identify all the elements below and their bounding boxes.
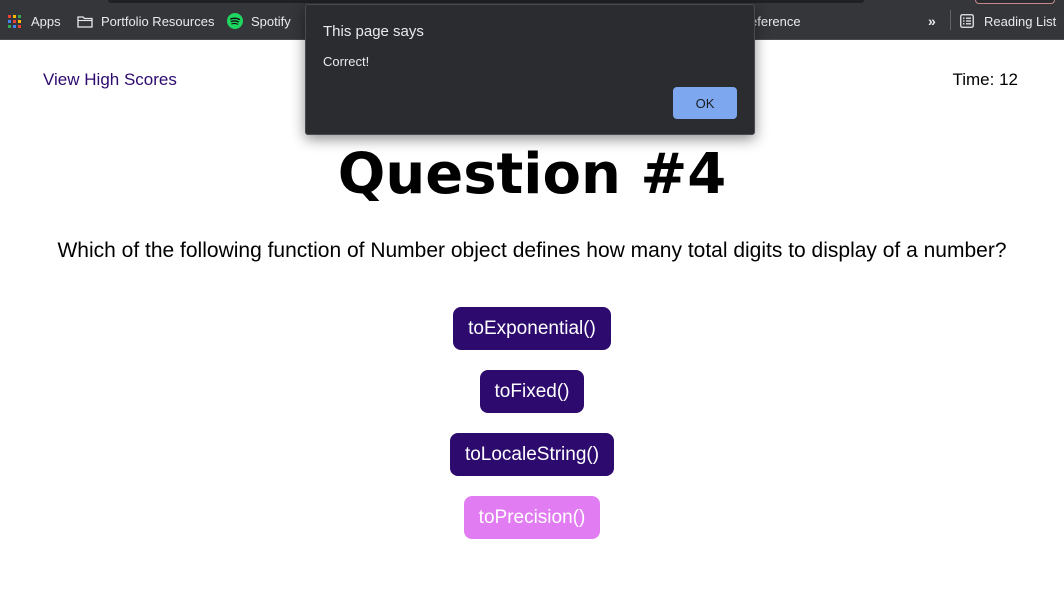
bookmarks-more-button[interactable]: » — [928, 12, 936, 30]
reading-list-label: Reading List — [984, 13, 1057, 29]
question-text: Which of the following function of Numbe… — [57, 239, 1007, 262]
answer-button-1[interactable]: toExponential() — [453, 307, 611, 350]
answer-button-2[interactable]: toFixed() — [479, 370, 585, 413]
answer-button-3[interactable]: toLocaleString() — [449, 433, 615, 476]
alert-dialog: This page says Correct! OK — [305, 4, 755, 135]
folder-icon — [77, 15, 93, 28]
bookmark-spotify[interactable]: Spotify — [227, 12, 291, 30]
timer: Time: 12 — [952, 70, 1018, 89]
bookmark-portfolio-resources[interactable]: Portfolio Resources — [77, 12, 214, 30]
view-high-scores-link[interactable]: View High Scores — [43, 70, 177, 90]
bookmark-reference-label: eference — [750, 13, 801, 29]
alert-title: This page says — [323, 23, 424, 40]
answer-list: toExponential() toFixed() toLocaleString… — [0, 307, 1064, 559]
tab-strip-edge — [108, 0, 864, 3]
reading-list-icon — [960, 14, 974, 28]
answer-button-4[interactable]: toPrecision() — [463, 496, 601, 539]
bookmark-spotify-label: Spotify — [251, 13, 291, 29]
bookmarks-divider — [950, 10, 951, 30]
bookmark-apps[interactable]: Apps — [8, 12, 61, 30]
spotify-icon — [227, 13, 243, 29]
alert-message: Correct! — [323, 54, 370, 69]
bookmark-portfolio-label: Portfolio Resources — [101, 13, 215, 29]
tab-strip-right-edge — [975, 0, 1055, 4]
reading-list-button[interactable]: Reading List — [960, 12, 1056, 30]
bookmark-apps-label: Apps — [31, 13, 61, 29]
alert-ok-button[interactable]: OK — [673, 87, 737, 119]
apps-grid-icon — [8, 14, 21, 28]
question-title: Question #4 — [337, 142, 727, 207]
bookmark-reference[interactable]: eference — [750, 12, 801, 30]
more-chevrons-icon: » — [928, 13, 936, 29]
